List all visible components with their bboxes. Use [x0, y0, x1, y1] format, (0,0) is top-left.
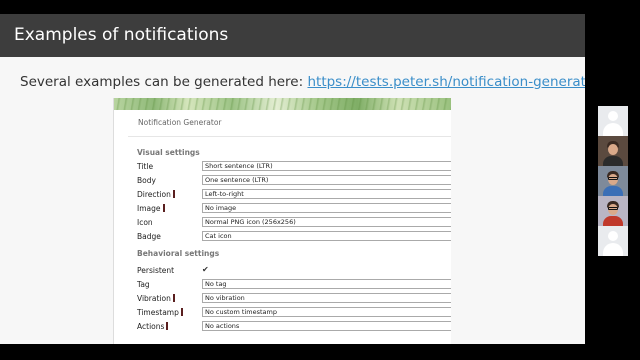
glasses-icon [608, 177, 618, 180]
persistent-checkbox[interactable]: ✔ [202, 265, 209, 274]
generator-title: Notification Generator [138, 118, 222, 127]
avatar-placeholder-head [608, 231, 618, 241]
participant-shirt [603, 156, 623, 166]
participant-shirt [603, 186, 623, 196]
glasses-icon [608, 207, 618, 210]
presentation-slide: Examples of notifications Several exampl… [0, 14, 585, 344]
card-divider [128, 136, 451, 137]
badge-select[interactable]: Cat icon [202, 231, 451, 241]
slide-subtitle: Several examples can be generated here: … [20, 74, 585, 90]
actions-select[interactable]: No actions [202, 321, 451, 331]
avatar-placeholder-body [603, 123, 623, 136]
participant-tile-3[interactable] [598, 166, 628, 196]
slide-header: Examples of notifications [0, 14, 585, 57]
generator-card: Notification Generator Visual settings T… [128, 110, 451, 344]
image-marker-icon [162, 204, 165, 212]
timestamp-label-text: Timestamp [137, 308, 179, 317]
avatar-placeholder-head [608, 111, 618, 121]
persistent-label: Persistent [137, 266, 175, 275]
badge-label: Badge [137, 232, 161, 241]
participant-tile-2[interactable] [598, 136, 628, 166]
title-label: Title [137, 162, 154, 171]
visual-settings-heading: Visual settings [137, 148, 200, 157]
generator-screenshot: Notification Generator Visual settings T… [113, 98, 451, 344]
direction-label: Direction [137, 190, 175, 199]
icon-label: Icon [137, 218, 153, 227]
direction-label-text: Direction [137, 190, 171, 199]
avatar-placeholder-body [603, 243, 623, 256]
behavioral-settings-heading: Behavioral settings [137, 249, 220, 258]
participant-shirt [603, 216, 623, 226]
meeting-stage: Examples of notifications Several exampl… [0, 0, 640, 360]
image-label: Image [137, 204, 165, 213]
grass-banner-texture [114, 98, 451, 110]
generator-link[interactable]: https://tests.peter.sh/notification-gene… [307, 74, 585, 90]
actions-marker-icon [166, 322, 169, 330]
vibration-select[interactable]: No vibration [202, 293, 451, 303]
subtitle-text: Several examples can be generated here: [20, 74, 308, 90]
participant-tile-1[interactable] [598, 106, 628, 136]
icon-select[interactable]: Normal PNG icon (256x256) [202, 217, 451, 227]
timestamp-select[interactable]: No custom timestamp [202, 307, 451, 317]
body-label: Body [137, 176, 156, 185]
slide-title: Examples of notifications [14, 25, 229, 45]
timestamp-label: Timestamp [137, 308, 183, 317]
image-label-text: Image [137, 204, 161, 213]
tag-select[interactable]: No tag [202, 279, 451, 289]
vibration-marker-icon [172, 294, 175, 302]
actions-label: Actions [137, 322, 169, 331]
direction-select[interactable]: Left-to-right [202, 189, 451, 199]
participant-tile-5[interactable] [598, 226, 628, 256]
image-select[interactable]: No image [202, 203, 451, 213]
tag-label: Tag [137, 280, 150, 289]
participant-tile-4[interactable] [598, 196, 628, 226]
actions-label-text: Actions [137, 322, 165, 331]
vibration-label: Vibration [137, 294, 175, 303]
title-select[interactable]: Short sentence (LTR) [202, 161, 451, 171]
direction-marker-icon [172, 190, 175, 198]
participant-face [608, 144, 618, 155]
body-select[interactable]: One sentence (LTR) [202, 175, 451, 185]
vibration-label-text: Vibration [137, 294, 171, 303]
timestamp-marker-icon [180, 308, 183, 316]
